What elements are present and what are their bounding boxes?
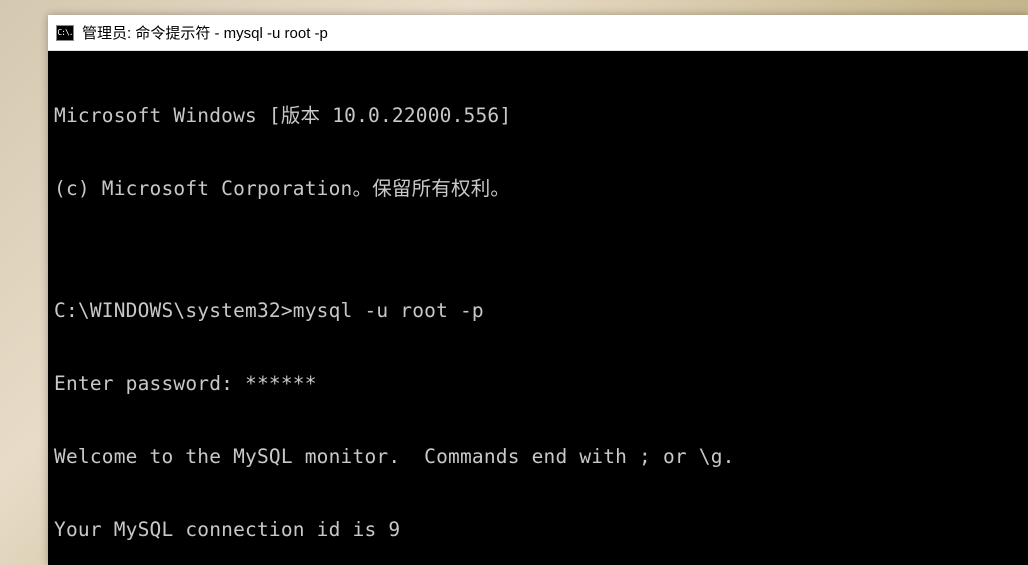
titlebar[interactable]: C:\. 管理员: 命令提示符 - mysql -u root -p (48, 15, 1028, 51)
terminal-line: Welcome to the MySQL monitor. Commands e… (54, 445, 1022, 469)
terminal-output[interactable]: Microsoft Windows [版本 10.0.22000.556] (c… (48, 51, 1028, 565)
cmd-icon: C:\. (56, 25, 74, 41)
terminal-line: (c) Microsoft Corporation。保留所有权利。 (54, 177, 1022, 201)
cmd-window: C:\. 管理员: 命令提示符 - mysql -u root -p Micro… (48, 15, 1028, 565)
titlebar-title: 管理员: 命令提示符 - mysql -u root -p (82, 22, 328, 43)
terminal-line: Microsoft Windows [版本 10.0.22000.556] (54, 104, 1022, 128)
terminal-line: Your MySQL connection id is 9 (54, 518, 1022, 542)
terminal-line: Enter password: ****** (54, 372, 1022, 396)
terminal-line: C:\WINDOWS\system32>mysql -u root -p (54, 299, 1022, 323)
